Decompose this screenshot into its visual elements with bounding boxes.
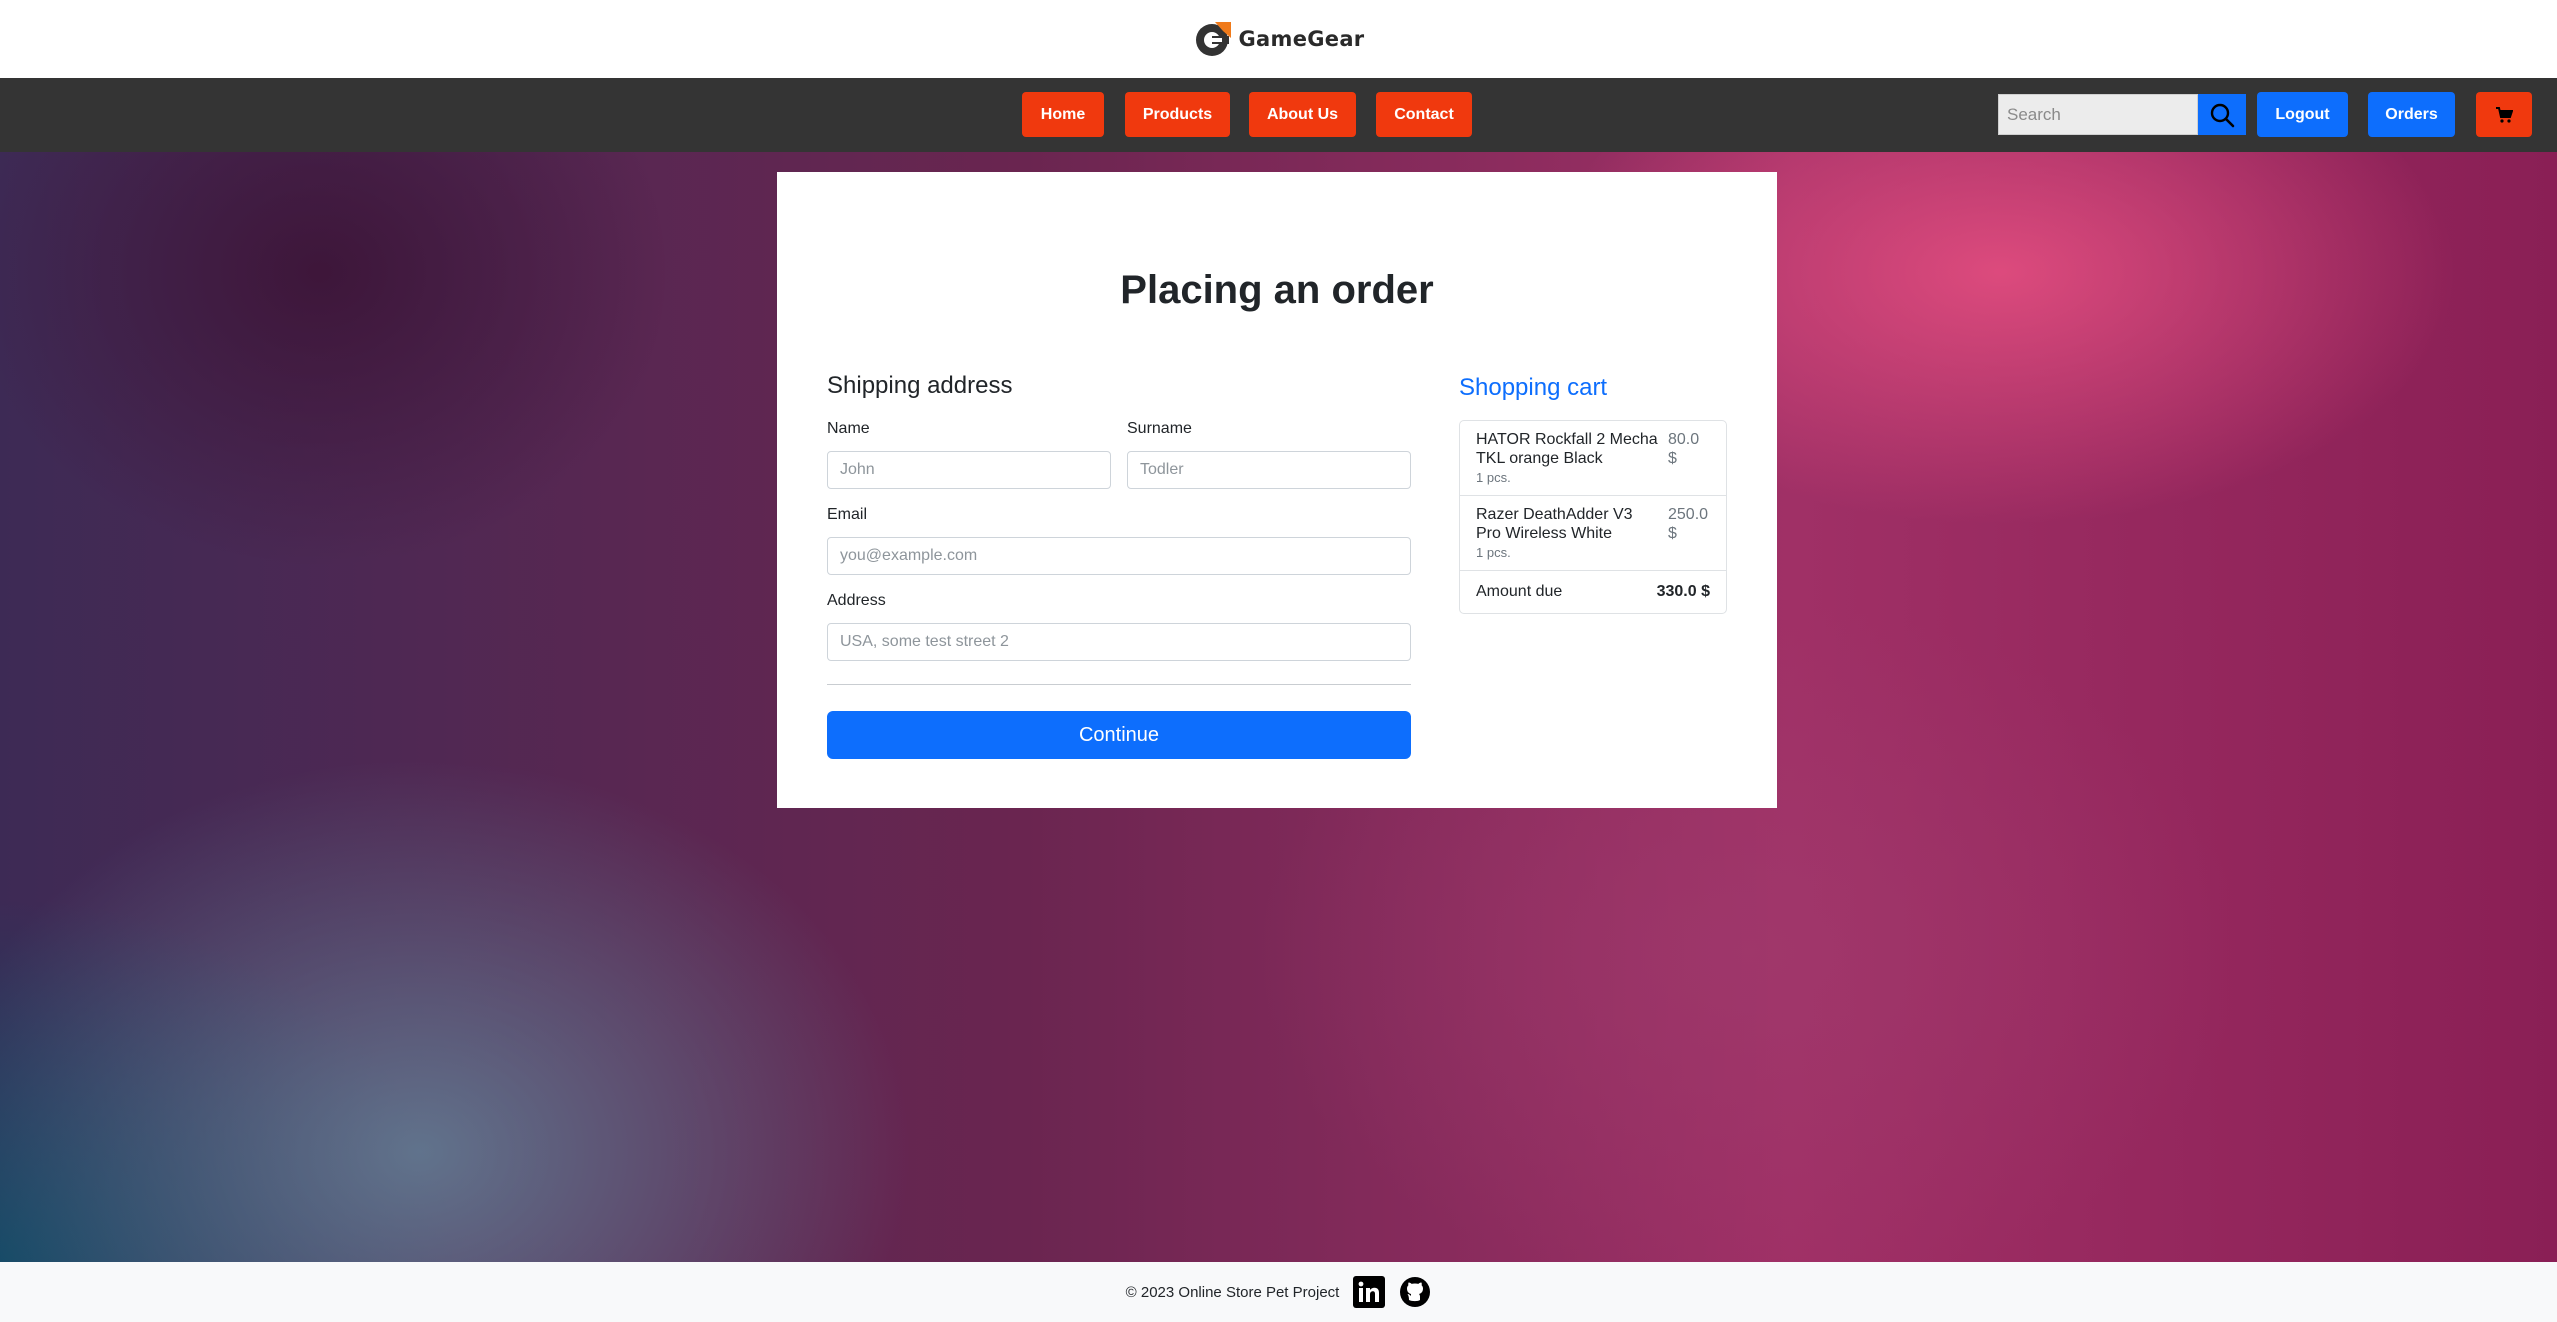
github-link[interactable] [1399, 1276, 1431, 1308]
continue-button[interactable]: Continue [827, 711, 1411, 759]
email-label: Email [827, 506, 868, 523]
amount-due-label: Amount due [1476, 583, 1563, 600]
copyright-text: © 2023 Online Store Pet Project [1125, 1283, 1340, 1301]
name-field[interactable] [827, 451, 1111, 489]
footer: © 2023 Online Store Pet Project [0, 1262, 2557, 1322]
search-input[interactable] [1998, 94, 2198, 135]
brand-name: GameGear [1238, 27, 1365, 51]
logo-bar: GameGear [0, 0, 2557, 78]
linkedin-link[interactable] [1353, 1276, 1386, 1308]
cart-item: Razer DeathAdder V3 Pro Wireless White 1… [1460, 496, 1726, 571]
github-icon [1400, 1277, 1431, 1307]
cart-item-name: HATOR Rockfall 2 Mecha TKL orange Black [1476, 431, 1658, 467]
cart-item-price: 250.0 $ [1668, 506, 1709, 542]
nav-home-button[interactable]: Home [1022, 92, 1104, 137]
surname-label: Surname [1127, 420, 1192, 437]
name-label: Name [827, 420, 870, 437]
surname-field[interactable] [1127, 451, 1411, 489]
order-card: Placing an order Shipping address Name S… [777, 172, 1777, 808]
cart-icon [2496, 106, 2513, 123]
page-title: Placing an order [1120, 268, 1434, 312]
cart-item-price: 80.0 $ [1668, 431, 1700, 467]
form-divider [827, 684, 1411, 685]
gamegear-logo-icon [1195, 22, 1231, 56]
cart-item: HATOR Rockfall 2 Mecha TKL orange Black … [1460, 421, 1726, 496]
cart-total-row: Amount due 330.0 $ [1460, 571, 1726, 613]
search-icon [2210, 103, 2235, 127]
address-label: Address [827, 592, 886, 609]
amount-due-value: 330.0 $ [1656, 583, 1710, 600]
cart-button[interactable] [2476, 92, 2532, 137]
address-field[interactable] [827, 623, 1411, 661]
nav-about-button[interactable]: About Us [1249, 92, 1356, 137]
nav-products-button[interactable]: Products [1125, 92, 1230, 137]
shipping-address-heading: Shipping address [827, 372, 1013, 399]
cart-item-quantity: 1 pcs. [1476, 545, 1511, 560]
navbar: Home Products About Us Contact Logout Or… [0, 78, 2557, 152]
cart-item-quantity: 1 pcs. [1476, 470, 1511, 485]
cart-summary: HATOR Rockfall 2 Mecha TKL orange Black … [1459, 420, 1727, 614]
logo[interactable]: GameGear [1193, 19, 1365, 59]
cart-item-name: Razer DeathAdder V3 Pro Wireless White [1476, 506, 1633, 542]
linkedin-icon [1353, 1276, 1386, 1308]
nav-contact-button[interactable]: Contact [1376, 92, 1472, 137]
search-button[interactable] [2198, 94, 2246, 135]
logout-button[interactable]: Logout [2257, 92, 2348, 137]
email-field[interactable] [827, 537, 1411, 575]
shopping-cart-heading: Shopping cart [1459, 374, 1608, 401]
orders-button[interactable]: Orders [2368, 92, 2455, 137]
search-bar [1998, 94, 2246, 135]
